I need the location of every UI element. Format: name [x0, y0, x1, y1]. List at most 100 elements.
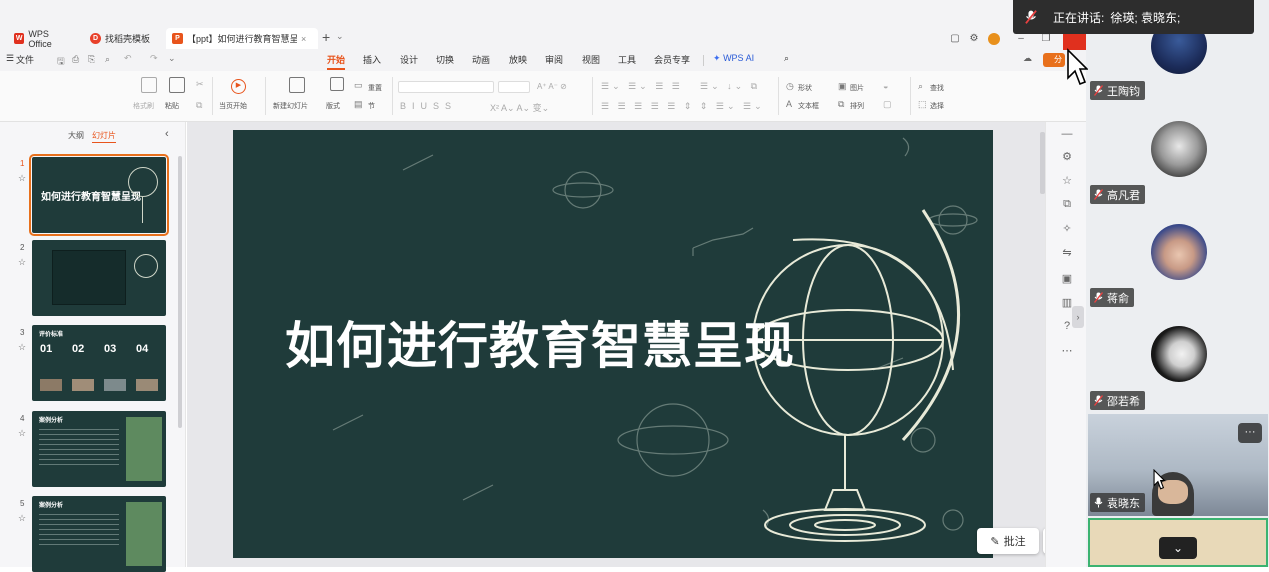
text-style-icons[interactable]: BIUSS: [400, 101, 457, 111]
select-label[interactable]: 选择: [930, 101, 944, 111]
hamburger-menu-icon[interactable]: ☰: [6, 53, 14, 64]
new-slide-label[interactable]: 新建幻灯片: [273, 101, 308, 111]
slide-thumbnail-2[interactable]: [32, 240, 166, 316]
reset-icon[interactable]: ▭: [354, 80, 363, 91]
text-direction-icons[interactable]: ☰⌄ ↓⌄ ⧉: [700, 81, 760, 92]
export-icon[interactable]: ⎙: [72, 54, 79, 65]
quick-access-more-icon[interactable]: ⌄: [168, 53, 176, 64]
shape-icon[interactable]: ◷: [786, 81, 794, 92]
tab-outline[interactable]: 大纲: [68, 130, 84, 141]
list-style-icons[interactable]: ☰⌄ ☰⌄ ☰ ☰: [601, 81, 683, 92]
shape-label[interactable]: 形状: [798, 83, 812, 93]
star-icon[interactable]: ☆: [18, 257, 26, 268]
collapse-panel-icon[interactable]: ‹: [165, 128, 169, 140]
slide-thumbnail-3[interactable]: 评价标准 01 02 03 04: [32, 325, 166, 401]
menu-member[interactable]: 会员专享: [654, 53, 690, 66]
menu-search-icon[interactable]: ⌕: [784, 53, 789, 64]
transition-icon[interactable]: ⇋: [1060, 246, 1074, 259]
reset-label[interactable]: 重置: [368, 83, 382, 93]
settings-icon[interactable]: ⚙: [968, 33, 980, 45]
expand-list-button[interactable]: ⌄: [1159, 537, 1197, 559]
font-size-select[interactable]: [498, 81, 530, 93]
cloud-sync-icon[interactable]: ☁: [1023, 53, 1032, 64]
avatar[interactable]: [1151, 224, 1207, 280]
slide-thumbnail-4[interactable]: 案例分析: [32, 411, 166, 487]
fill-icon[interactable]: ◒: [883, 81, 888, 91]
redo-icon[interactable]: ↷: [150, 53, 158, 64]
maximize-icon[interactable]: ❐: [1040, 33, 1052, 45]
menu-insert[interactable]: 插入: [363, 53, 381, 66]
arrange-label[interactable]: 排列: [850, 101, 864, 111]
tab-template[interactable]: D 找稻壳模板: [84, 28, 160, 49]
tab-slides[interactable]: 幻灯片: [92, 130, 116, 143]
print-icon[interactable]: ⎘: [88, 54, 95, 65]
layout-icon[interactable]: [330, 77, 344, 91]
more-tools-icon[interactable]: ⋯: [1060, 344, 1074, 357]
menu-tools[interactable]: 工具: [618, 53, 636, 66]
section-label[interactable]: 节: [368, 101, 375, 111]
slide-title[interactable]: 如何进行教育智慧呈现: [285, 306, 795, 378]
new-slide-icon[interactable]: [289, 77, 305, 93]
font-size-adjust-icons[interactable]: A⁺ A⁻ ⊘: [537, 82, 567, 91]
comment-button[interactable]: ✎ 批注: [977, 528, 1039, 554]
close-tab-icon[interactable]: ×: [301, 34, 306, 44]
animation-icon[interactable]: ✧: [1060, 222, 1074, 235]
textbox-icon[interactable]: A: [786, 99, 792, 109]
image-icon[interactable]: ▣: [838, 81, 847, 92]
find-icon[interactable]: ⌕: [918, 81, 923, 92]
tab-ppt-document[interactable]: P 【ppt】如何进行教育智慧呈 ×: [166, 28, 318, 49]
star-icon[interactable]: ☆: [18, 428, 26, 439]
menu-wps-ai[interactable]: ✦ WPS AI: [713, 53, 754, 64]
image-tool-icon[interactable]: ▣: [1060, 272, 1074, 285]
image-label[interactable]: 图片: [850, 83, 864, 93]
textbox-label[interactable]: 文本框: [798, 101, 819, 111]
text-effect-icons[interactable]: X² A⌄ A⌄ 变⌄: [490, 101, 549, 114]
slide-thumbnail-1[interactable]: 如何进行教育智慧呈现: [29, 154, 169, 236]
more-options-button[interactable]: ···: [1238, 423, 1262, 443]
canvas-scrollbar[interactable]: [1040, 132, 1045, 194]
user-avatar-icon[interactable]: [988, 33, 1000, 45]
save-icon[interactable]: 🖫: [57, 54, 65, 70]
favorite-icon[interactable]: ☆: [1060, 174, 1074, 187]
menu-file[interactable]: 文件: [16, 53, 34, 66]
star-icon[interactable]: ☆: [18, 342, 26, 353]
collapse-toolbar-icon[interactable]: —: [1060, 128, 1074, 140]
avatar[interactable]: [1151, 326, 1207, 382]
minimize-icon[interactable]: –: [1015, 33, 1027, 45]
panel-scrollbar[interactable]: [178, 156, 182, 428]
outline-icon[interactable]: ▢: [883, 99, 892, 110]
avatar[interactable]: [1151, 121, 1207, 177]
format-painter-label[interactable]: 格式刷: [133, 101, 154, 111]
properties-icon[interactable]: ⚙: [1060, 150, 1074, 163]
copy-style-icon[interactable]: ⧉: [1060, 198, 1074, 211]
menu-review[interactable]: 审阅: [545, 53, 563, 66]
cut-icon[interactable]: ✂: [196, 79, 204, 90]
layout-label[interactable]: 版式: [326, 101, 340, 111]
tab-wps-office[interactable]: W WPS Office: [8, 28, 78, 49]
section-icon[interactable]: ▤: [354, 99, 363, 110]
window-layout-icon[interactable]: ▢: [949, 33, 961, 45]
menu-transition[interactable]: 切换: [436, 53, 454, 66]
format-painter-icon[interactable]: [141, 77, 157, 93]
find-label[interactable]: 查找: [930, 83, 944, 93]
font-family-select[interactable]: [398, 81, 494, 93]
paragraph-align-icons[interactable]: ☰ ☰ ☰ ☰ ☰ ⇕ ⇕ ☰⌄ ☰⌄: [601, 101, 765, 112]
star-icon[interactable]: ☆: [18, 173, 26, 184]
paste-icon[interactable]: [169, 77, 185, 93]
new-tab-button[interactable]: +: [322, 29, 330, 45]
menu-design[interactable]: 设计: [400, 53, 418, 66]
expand-panel-icon[interactable]: ›: [1072, 306, 1084, 328]
tab-list-icon[interactable]: ⌄: [336, 31, 344, 42]
play-icon[interactable]: ▶: [231, 79, 246, 94]
menu-slideshow[interactable]: 放映: [509, 53, 527, 66]
current-slide[interactable]: 如何进行教育智慧呈现: [233, 130, 993, 558]
menu-home[interactable]: 开始: [327, 53, 346, 70]
menu-animation[interactable]: 动画: [472, 53, 490, 66]
share-button[interactable]: 分: [1043, 53, 1065, 67]
paste-label[interactable]: 粘贴: [165, 101, 179, 111]
print-preview-icon[interactable]: ⌕: [105, 54, 110, 65]
undo-icon[interactable]: ↶: [124, 53, 132, 64]
star-icon[interactable]: ☆: [18, 513, 26, 524]
slide-thumbnail-5[interactable]: 案例分析: [32, 496, 166, 572]
play-from-current-label[interactable]: 当页开始: [219, 101, 247, 111]
